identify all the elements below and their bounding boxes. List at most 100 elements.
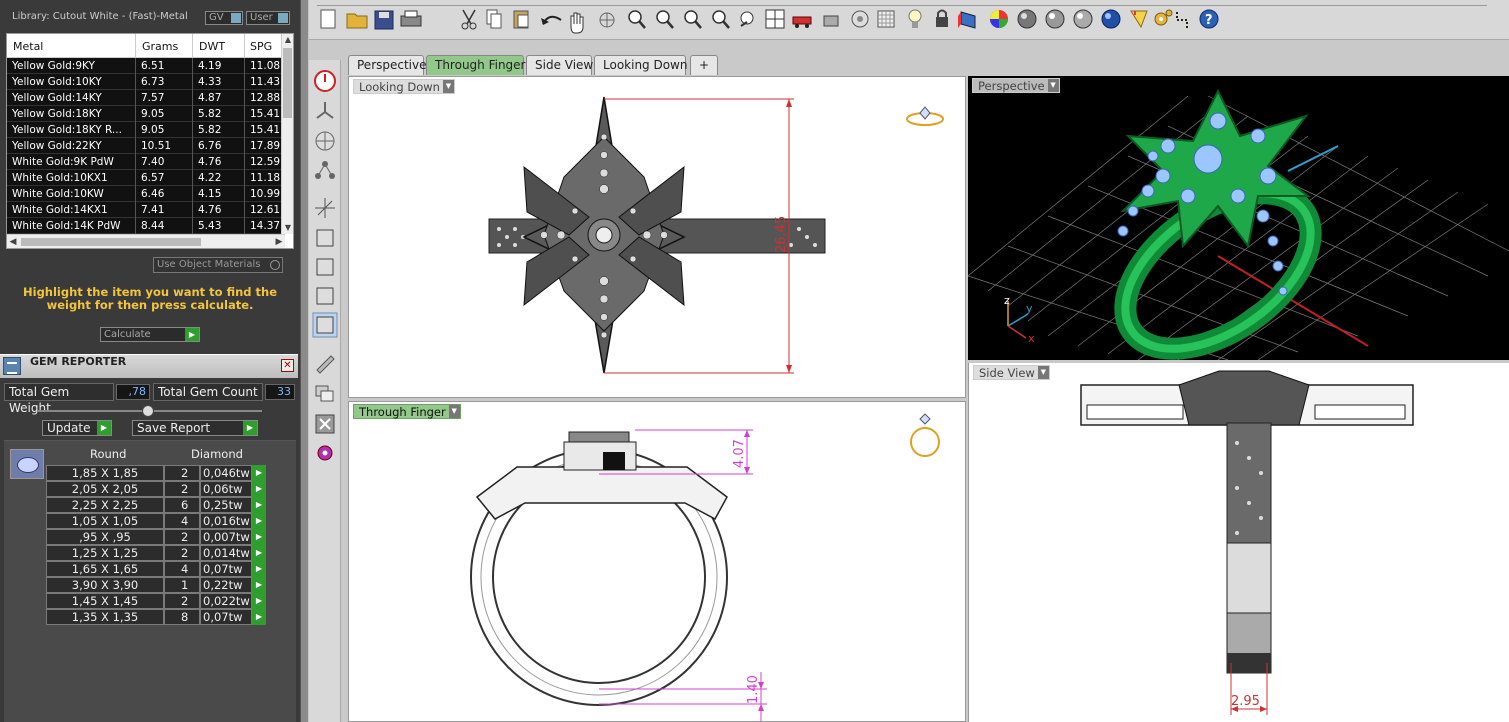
table-row[interactable]: Yellow Gold:14KY 7.57 4.87 12.88 bbox=[7, 90, 285, 106]
gem-row[interactable]: 2,05 X 2,05 2 0,06tw ▶ bbox=[46, 481, 266, 497]
open-folder-icon[interactable] bbox=[346, 13, 368, 29]
viewport-looking-down[interactable]: 26.45 Looking Down ▼ bbox=[348, 76, 966, 398]
power-icon[interactable] bbox=[314, 70, 336, 92]
table-row[interactable]: White Gold:10KX1 6.57 4.22 11.18 bbox=[7, 170, 285, 186]
table-row[interactable]: Yellow Gold:18KY 9.05 5.82 15.41 bbox=[7, 106, 285, 122]
dropdown-icon[interactable]: ▼ bbox=[442, 80, 454, 93]
curve-icon[interactable] bbox=[1176, 12, 1188, 28]
calculate-button[interactable]: Calculate ▶ bbox=[100, 327, 200, 342]
brush-icon[interactable] bbox=[316, 355, 335, 374]
tripod-icon[interactable] bbox=[316, 102, 334, 119]
gem-row[interactable]: ,95 X ,95 2 0,007tw ▶ bbox=[46, 529, 266, 545]
use-object-materials-toggle[interactable]: Use Object Materials bbox=[153, 257, 283, 273]
render-sphere-icon[interactable] bbox=[1073, 9, 1093, 29]
play-icon[interactable]: ▶ bbox=[252, 497, 266, 513]
box-icon[interactable] bbox=[316, 229, 334, 247]
viewport-through-finger[interactable]: 4.07 1.40 Through Finger ▼ bbox=[348, 401, 966, 722]
gears-icon[interactable] bbox=[1154, 9, 1173, 26]
axes-icon[interactable] bbox=[315, 198, 335, 218]
table-row[interactable]: White Gold:14KX1 7.41 4.76 12.61 bbox=[7, 202, 285, 218]
play-icon[interactable]: ▶ bbox=[252, 593, 266, 609]
gem-row[interactable]: 3,90 X 3,90 1 0,22tw ▶ bbox=[46, 577, 266, 593]
table-row[interactable]: White Gold:10KW 6.46 4.15 10.99 bbox=[7, 186, 285, 202]
gem-row[interactable]: 2,25 X 2,25 6 0,25tw ▶ bbox=[46, 497, 266, 513]
viewport-label-through-finger[interactable]: Through Finger ▼ bbox=[353, 404, 461, 419]
play-icon[interactable]: ▶ bbox=[252, 529, 266, 545]
lock-icon[interactable] bbox=[936, 9, 948, 28]
paste-icon[interactable] bbox=[513, 10, 529, 29]
zoom-window-icon[interactable] bbox=[656, 10, 674, 29]
gem-row[interactable]: 1,25 X 1,25 2 0,014tw ▶ bbox=[46, 545, 266, 561]
tab-looking-down[interactable]: Looking Down bbox=[594, 55, 687, 75]
book-icon[interactable] bbox=[958, 11, 976, 29]
copy-icon[interactable] bbox=[486, 9, 502, 29]
table-row[interactable]: Yellow Gold:18KY R... 9.05 5.82 15.41 bbox=[7, 122, 285, 138]
add-tab-button[interactable]: + bbox=[690, 55, 718, 75]
slider-knob[interactable] bbox=[142, 405, 154, 417]
horizontal-scrollbar[interactable]: ◀ ▶ bbox=[7, 234, 285, 248]
layers-icon[interactable] bbox=[315, 385, 334, 402]
play-icon[interactable]: ▶ bbox=[252, 609, 266, 625]
grid-snap-icon[interactable] bbox=[877, 10, 895, 28]
table-row[interactable]: Yellow Gold:22KY 10.51 6.76 17.89 bbox=[7, 138, 285, 154]
col-spg[interactable]: SPG bbox=[250, 40, 272, 53]
panel-splitter[interactable] bbox=[300, 0, 308, 722]
gem-row[interactable]: 1,65 X 1,65 4 0,07tw ▶ bbox=[46, 561, 266, 577]
play-icon[interactable]: ▶ bbox=[252, 561, 266, 577]
shaded-sphere-icon[interactable] bbox=[1045, 9, 1065, 29]
scroll-up-icon[interactable]: ▲ bbox=[282, 34, 294, 46]
table-row[interactable]: White Gold:14K PdW 8.44 5.43 14.37 bbox=[7, 218, 285, 234]
tab-perspective[interactable]: Perspective bbox=[348, 55, 427, 75]
zoom-extents-icon[interactable] bbox=[684, 10, 702, 29]
save-report-button[interactable]: Save Report ▶ bbox=[132, 420, 258, 436]
update-button[interactable]: Update ▶ bbox=[42, 420, 112, 436]
print-icon[interactable] bbox=[400, 10, 422, 27]
viewport-perspective[interactable]: z y x Perspective ▼ bbox=[968, 76, 1509, 360]
tab-side-view[interactable]: Side View bbox=[526, 55, 593, 75]
four-viewports-icon[interactable] bbox=[765, 9, 785, 29]
splitter-slider[interactable] bbox=[38, 405, 262, 418]
bulb-icon[interactable] bbox=[908, 9, 922, 28]
color-wheel-icon[interactable] bbox=[990, 10, 1008, 28]
close-icon[interactable]: ✕ bbox=[281, 359, 294, 372]
viewport-label-perspective[interactable]: Perspective ▼ bbox=[972, 78, 1060, 93]
scroll-right-icon[interactable]: ▶ bbox=[273, 235, 285, 249]
play-icon[interactable]: ▶ bbox=[252, 545, 266, 561]
undo-icon[interactable] bbox=[541, 15, 562, 25]
table-row[interactable]: White Gold:9K PdW 7.40 4.76 12.59 bbox=[7, 154, 285, 170]
gear-icon[interactable] bbox=[317, 445, 333, 461]
zoom-icon[interactable] bbox=[628, 10, 646, 29]
gem-row[interactable]: 1,35 X 1,35 8 0,07tw ▶ bbox=[46, 609, 266, 625]
scroll-down-icon[interactable]: ▼ bbox=[282, 222, 294, 234]
play-icon[interactable]: ▶ bbox=[252, 465, 266, 481]
table-row[interactable]: Yellow Gold:10KY 6.73 4.33 11.43 bbox=[7, 74, 285, 90]
globe-icon[interactable] bbox=[315, 131, 335, 151]
scroll-thumb-h[interactable] bbox=[21, 238, 201, 246]
gem-row[interactable]: 1,85 X 1,85 2 0,046tw ▶ bbox=[46, 465, 266, 481]
nodes-icon[interactable] bbox=[315, 161, 335, 179]
play-icon[interactable]: ▶ bbox=[252, 481, 266, 497]
target-icon[interactable] bbox=[851, 10, 869, 28]
close-box-icon[interactable] bbox=[315, 414, 335, 434]
table-row[interactable]: Yellow Gold:9KY 6.51 4.19 11.08 bbox=[7, 58, 285, 74]
sphere-icon[interactable] bbox=[1017, 9, 1037, 29]
gem-row[interactable]: 1,45 X 1,45 2 0,022tw ▶ bbox=[46, 593, 266, 609]
user-toggle[interactable]: User bbox=[246, 11, 290, 25]
blue-sphere-icon[interactable] bbox=[1101, 9, 1121, 29]
save-icon[interactable] bbox=[374, 10, 394, 30]
viewport-label-looking-down[interactable]: Looking Down ▼ bbox=[353, 79, 455, 94]
pan-hand-icon[interactable] bbox=[570, 12, 584, 34]
zoom-selected-icon[interactable] bbox=[712, 10, 730, 29]
rotate-view-icon[interactable] bbox=[740, 11, 754, 27]
gv-toggle[interactable]: GV bbox=[205, 11, 243, 25]
box-side-icon[interactable] bbox=[316, 287, 334, 305]
col-metal[interactable]: Metal bbox=[13, 40, 43, 53]
box-top-icon[interactable] bbox=[312, 312, 338, 338]
help-icon[interactable]: ? bbox=[1199, 9, 1219, 29]
cut-icon[interactable] bbox=[461, 9, 477, 30]
scroll-left-icon[interactable]: ◀ bbox=[7, 235, 19, 249]
viewport-side-view[interactable]: 2.95 Side View ▼ bbox=[968, 363, 1509, 722]
rotate-icon[interactable] bbox=[599, 12, 615, 28]
car-icon[interactable] bbox=[792, 16, 812, 28]
dropdown-icon[interactable]: ▼ bbox=[448, 405, 460, 418]
